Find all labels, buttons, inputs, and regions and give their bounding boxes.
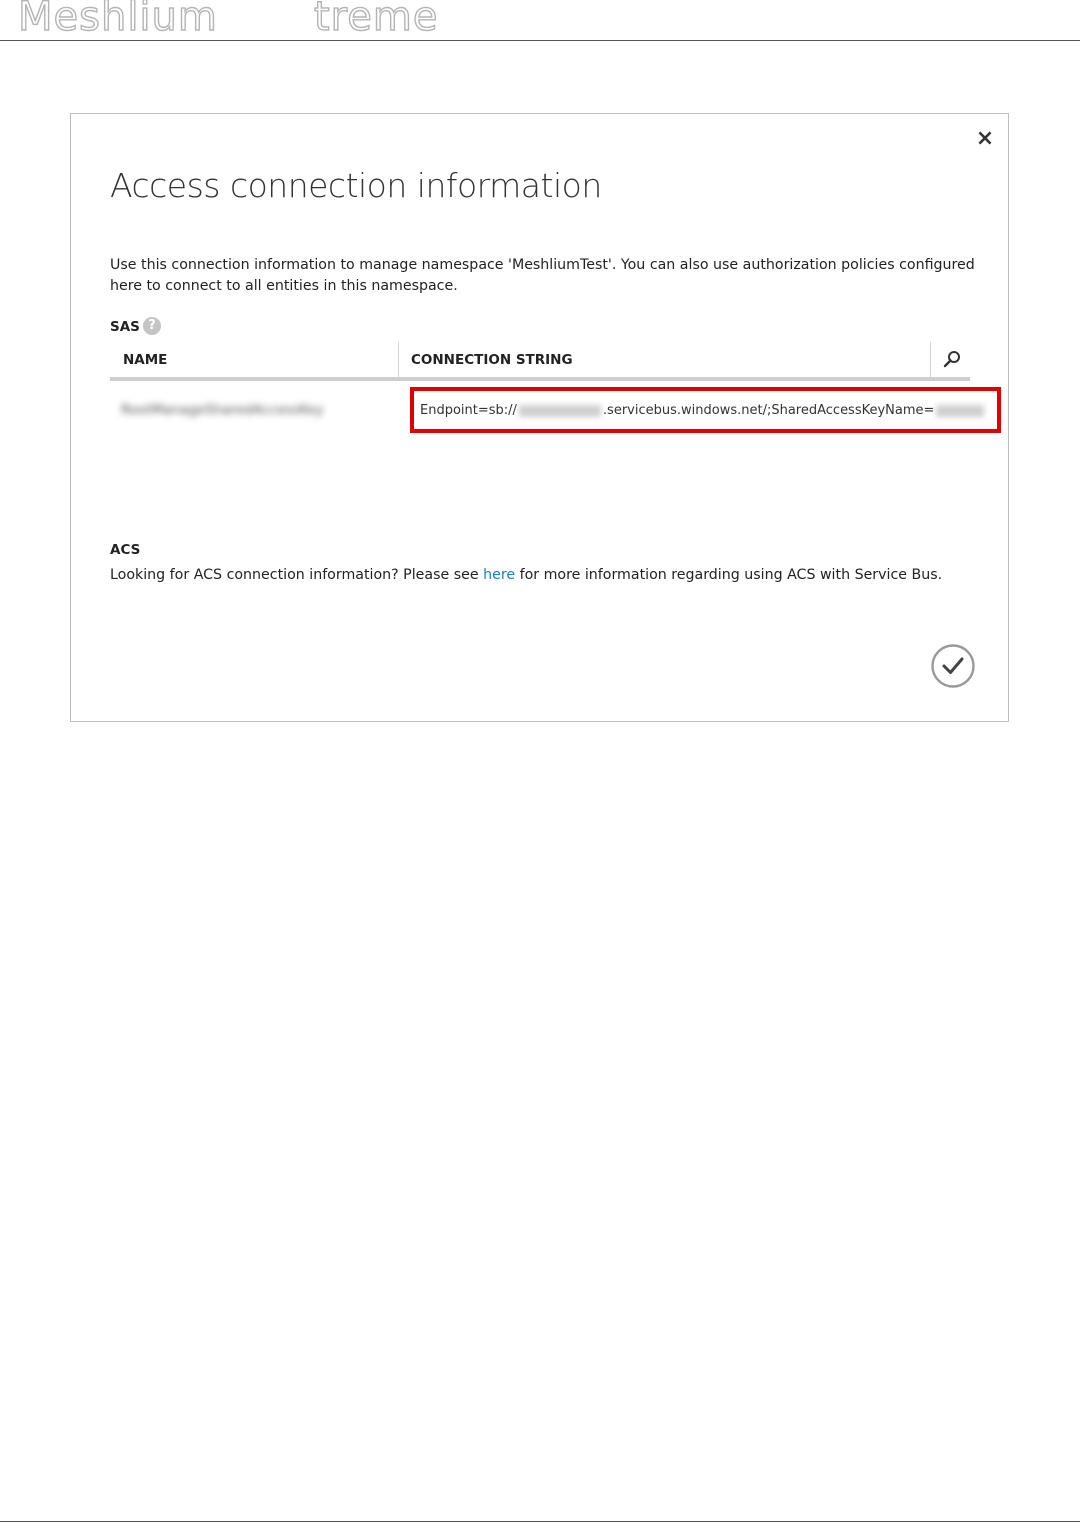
connection-string-highlight[interactable]: Endpoint=sb:// .servicebus.windows.net/;S… bbox=[410, 387, 1001, 433]
acs-help-link[interactable]: here bbox=[483, 567, 515, 583]
dialog-description: Use this connection information to manag… bbox=[110, 257, 975, 294]
connection-string-middle: .servicebus.windows.net/;SharedAccessKey… bbox=[602, 403, 935, 418]
acs-text-after: for more information regarding using ACS… bbox=[515, 567, 943, 583]
redacted-key-name bbox=[936, 404, 985, 417]
search-icon[interactable] bbox=[940, 347, 964, 371]
footer-rule bbox=[0, 1521, 1080, 1522]
policy-name-cell[interactable]: RootManageSharedAccessKey bbox=[121, 402, 323, 418]
sas-table-header: NAME CONNECTION STRING bbox=[110, 342, 970, 381]
page: Meshlium treme × Access connection infor… bbox=[0, 0, 1080, 1523]
brand-logo-left: Meshlium bbox=[17, 0, 218, 41]
acs-description: Looking for ACS connection information? … bbox=[110, 567, 942, 583]
dialog-title: Access connection information bbox=[110, 166, 602, 205]
column-header-name[interactable]: NAME bbox=[123, 352, 167, 368]
redacted-namespace bbox=[518, 404, 601, 417]
column-header-connection-string[interactable]: CONNECTION STRING bbox=[411, 352, 573, 368]
column-divider bbox=[930, 342, 931, 377]
acs-text-before: Looking for ACS connection information? … bbox=[110, 567, 484, 583]
page-header: Meshlium treme bbox=[0, 0, 1080, 41]
close-icon[interactable]: × bbox=[974, 128, 996, 150]
brand-logo-right: treme bbox=[313, 0, 439, 41]
checkmark-circle-icon[interactable] bbox=[931, 644, 975, 688]
access-connection-dialog: × Access connection information Use this… bbox=[70, 113, 1009, 722]
help-icon[interactable]: ? bbox=[143, 317, 161, 335]
sas-section-label: SAS bbox=[110, 319, 140, 335]
connection-string-prefix: Endpoint=sb:// bbox=[420, 403, 517, 418]
column-divider bbox=[398, 342, 399, 377]
connection-string-cell[interactable]: Endpoint=sb:// .servicebus.windows.net/;S… bbox=[420, 403, 986, 418]
acs-section-label: ACS bbox=[110, 542, 141, 558]
